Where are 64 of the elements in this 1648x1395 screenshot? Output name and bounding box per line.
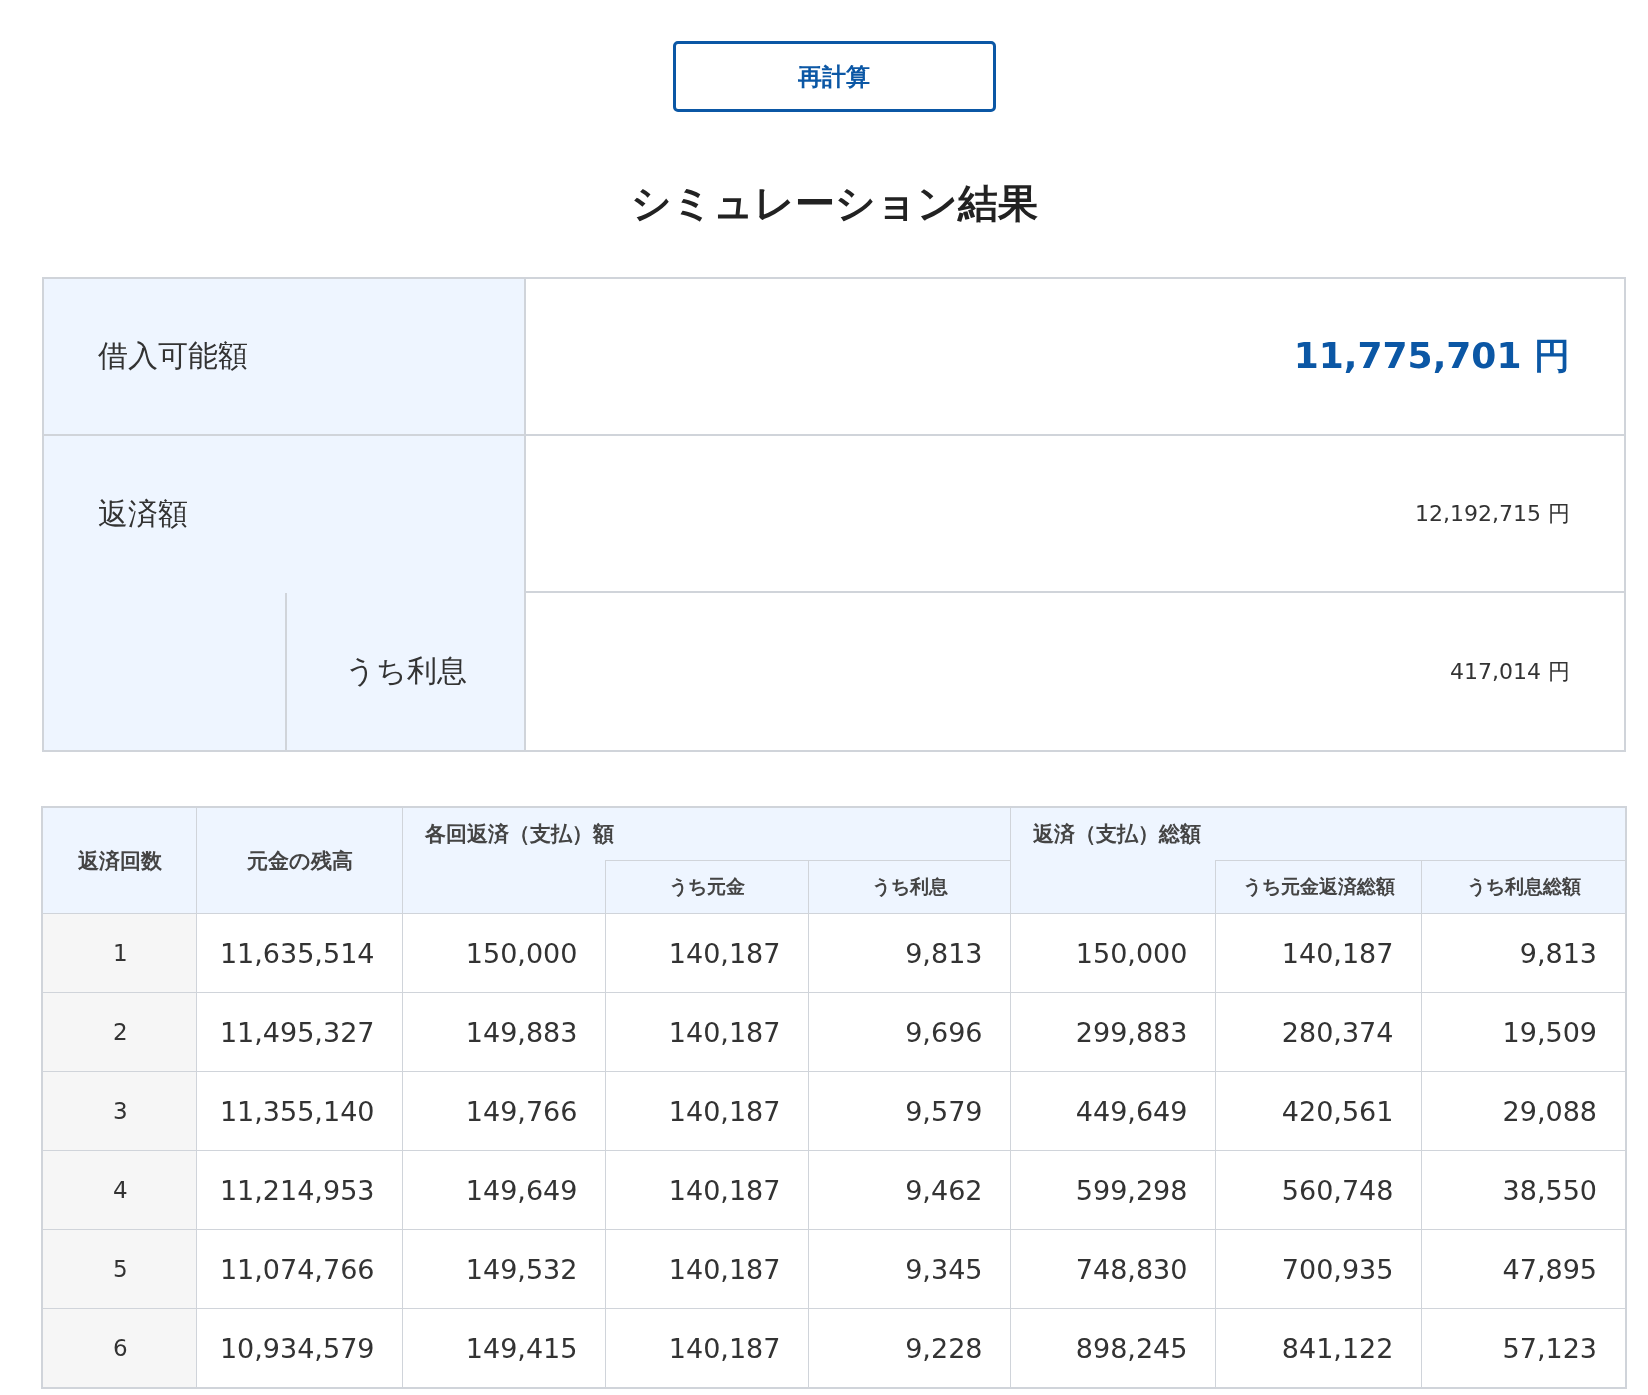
table-cell: 140,187 [606,992,809,1072]
label-cell: うち利息 [285,593,526,750]
table-cell: 149,532 [403,1229,606,1309]
table-cell: 9,579 [809,1071,1011,1151]
table-cell: 6 [42,1308,197,1388]
table-cell: 140,187 [1216,913,1422,993]
table-cell: 3 [42,1071,197,1151]
table-cell: 449,649 [1011,1071,1216,1151]
table-cell: 140,187 [606,1308,809,1388]
table-cell: 5 [42,1229,197,1309]
table-cell: 748,830 [1011,1229,1216,1309]
table-cell: 10,934,579 [197,1308,403,1388]
table-cell: 4 [42,1150,197,1230]
table-cell: 11,635,514 [197,913,403,993]
table-cell: 149,883 [403,992,606,1072]
table-cell: 140,187 [606,913,809,993]
table-cell: 38,550 [1422,1150,1626,1230]
column-header: うち元金 [606,860,809,914]
recalculate-button[interactable]: 再計算 [672,41,996,112]
table-cell: 9,696 [809,992,1011,1072]
table-cell: 11,355,140 [197,1071,403,1151]
table-cell: 898,245 [1011,1308,1216,1388]
table-cell: 140,187 [606,1150,809,1230]
table-cell: 841,122 [1216,1308,1422,1388]
table-cell: 420,561 [1216,1071,1422,1151]
table-cell: 57,123 [1422,1308,1626,1388]
value-cell: 12,192,715 円 [526,436,1624,593]
table-cell: 9,813 [1422,913,1626,993]
table-cell: 19,509 [1422,992,1626,1072]
column-header: 元金の残高 [197,807,403,914]
table-cell: 280,374 [1216,992,1422,1072]
table-cell: 11,214,953 [197,1150,403,1230]
section-title: シミュレーション結果 [630,179,1038,228]
table-cell: 149,766 [403,1071,606,1151]
column-header: 返済回数 [42,807,197,914]
column-header: うち利息 [809,860,1011,914]
column-header: 各回返済（支払）額 [403,807,1011,861]
table-cell: 700,935 [1216,1229,1422,1309]
table-cell: 9,813 [809,913,1011,993]
column-header: うち元金返済総額 [1216,860,1422,914]
table-cell: 11,495,327 [197,992,403,1072]
table-cell: 47,895 [1422,1229,1626,1309]
value-cell-text: 417,014 円 [1449,657,1571,686]
column-header: 返済（支払）総額 [1011,807,1626,861]
table-cell: 11,074,766 [197,1229,403,1309]
table-cell: 1 [42,913,197,993]
table-cell: 29,088 [1422,1071,1626,1151]
table-cell: 150,000 [403,913,606,993]
table-cell: 599,298 [1011,1150,1216,1230]
value-cell: 11,775,701 円 [526,279,1624,436]
label-cell: 借入可能額 [44,279,526,436]
table-cell: 299,883 [1011,992,1216,1072]
table-cell: 9,228 [809,1308,1011,1388]
table-cell: 149,649 [403,1150,606,1230]
table-cell: 2 [42,992,197,1072]
table-cell: 149,415 [403,1308,606,1388]
table-cell: 9,345 [809,1229,1011,1309]
label-cell: 返済額 [44,436,526,593]
table-cell: 140,187 [606,1229,809,1309]
table-cell: 150,000 [1011,913,1216,993]
table-cell: 560,748 [1216,1150,1422,1230]
table-cell: 140,187 [606,1071,809,1151]
table-cell: 9,462 [809,1150,1011,1230]
column-header: うち利息総額 [1422,860,1626,914]
